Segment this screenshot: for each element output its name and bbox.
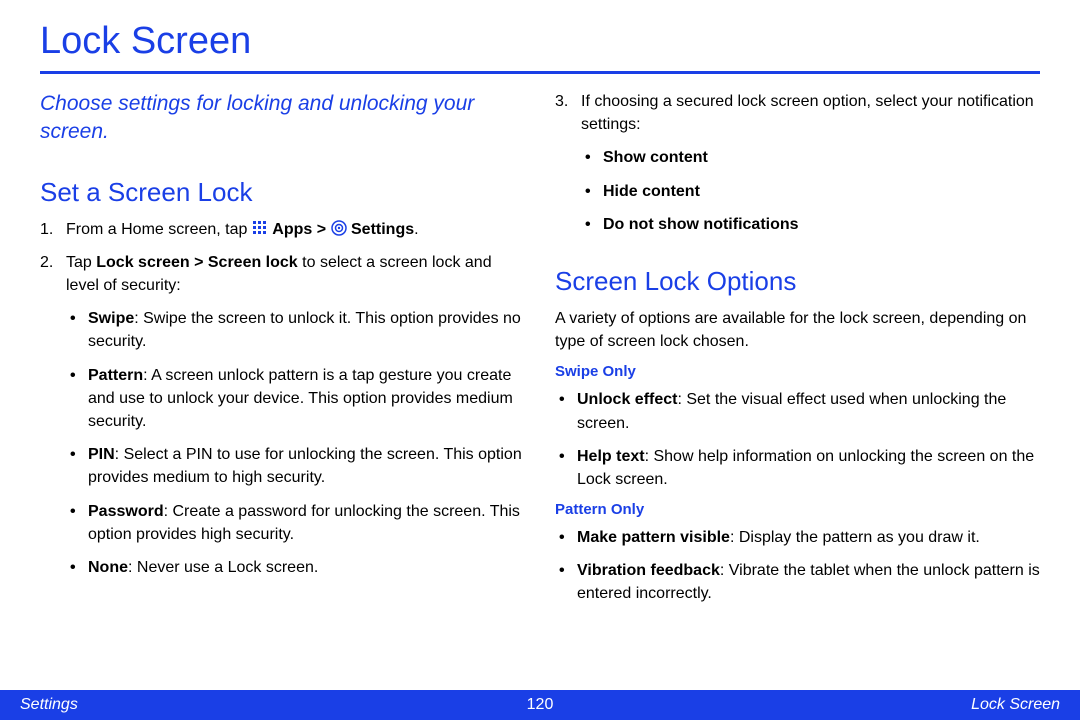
step-body: If choosing a secured lock screen option… [581,90,1040,246]
list-item: None: Never use a Lock screen. [88,556,318,579]
option-name: Swipe [88,310,134,327]
section-intro: A variety of options are available for t… [555,307,1040,353]
list-item: Hide content [603,180,700,203]
bullet-mark: • [559,559,577,605]
text: If choosing a secured lock screen option… [581,93,1034,133]
bullet-mark: • [70,443,88,489]
right-column: 3. If choosing a secured lock screen opt… [555,90,1040,616]
list-item: Vibration feedback: Vibrate the tablet w… [577,559,1040,605]
option-name: Vibration feedback [577,562,720,579]
option-name: Pattern [88,367,143,384]
text: Tap [66,254,96,271]
option-name: None [88,559,128,576]
option-name: Help text [577,448,645,465]
list-item: Pattern: A screen unlock pattern is a ta… [88,364,525,434]
list-item: Unlock effect: Set the visual effect use… [577,388,1040,434]
step-number: 1. [40,218,66,241]
list-item: PIN: Select a PIN to use for unlocking t… [88,443,525,489]
bullet-mark: • [70,500,88,546]
separator: > [317,221,331,238]
text-bold: Lock screen > Screen lock [96,254,297,271]
list-item: Show content [603,146,708,169]
bullet-mark: • [585,180,603,203]
option-desc: : Swipe the screen to unlock it. This op… [88,310,521,350]
bullet-mark: • [70,307,88,353]
list-item: Swipe: Swipe the screen to unlock it. Th… [88,307,525,353]
settings-label: Settings [351,221,414,238]
list-item: Help text: Show help information on unlo… [577,445,1040,491]
option-name: PIN [88,446,115,463]
step-body: Tap Lock screen > Screen lock to select … [66,251,525,589]
heading-screen-lock-options: Screen Lock Options [555,266,1040,297]
footer-page-number: 120 [367,696,714,714]
option-name: Unlock effect [577,391,677,408]
option-desc: : Select a PIN to use for unlocking the … [88,446,522,486]
page-footer: Settings 120 Lock Screen [0,690,1080,720]
settings-icon [331,220,347,236]
step-number: 2. [40,251,66,589]
bullet-mark: • [70,364,88,434]
apps-icon [252,220,268,236]
subheading-swipe-only: Swipe Only [555,363,1040,380]
apps-label: Apps [272,221,312,238]
bullet-mark: • [559,526,577,549]
page-intro: Choose settings for locking and unlockin… [40,90,525,147]
step-body: From a Home screen, tap Apps > [66,218,525,241]
subheading-pattern-only: Pattern Only [555,501,1040,518]
bullet-mark: • [559,388,577,434]
list-item: Do not show notifications [603,213,799,236]
footer-right: Lock Screen [713,696,1060,714]
list-item: Make pattern visible: Display the patter… [577,526,980,549]
option-desc: : A screen unlock pattern is a tap gestu… [88,367,513,430]
footer-left: Settings [20,696,367,714]
heading-set-screen-lock: Set a Screen Lock [40,177,525,208]
bullet-mark: • [585,213,603,236]
step-number: 3. [555,90,581,246]
bullet-mark: • [70,556,88,579]
option-name: Password [88,503,164,520]
left-column: Choose settings for locking and unlockin… [40,90,525,616]
text: . [414,221,418,238]
bullet-mark: • [585,146,603,169]
option-desc: : Show help information on unlocking the… [577,448,1034,488]
list-item: Password: Create a password for unlockin… [88,500,525,546]
page-title: Lock Screen [40,20,1040,74]
option-name: Make pattern visible [577,529,730,546]
text: From a Home screen, tap [66,221,252,238]
option-desc: : Display the pattern as you draw it. [730,529,980,546]
bullet-mark: • [559,445,577,491]
option-desc: : Never use a Lock screen. [128,559,318,576]
